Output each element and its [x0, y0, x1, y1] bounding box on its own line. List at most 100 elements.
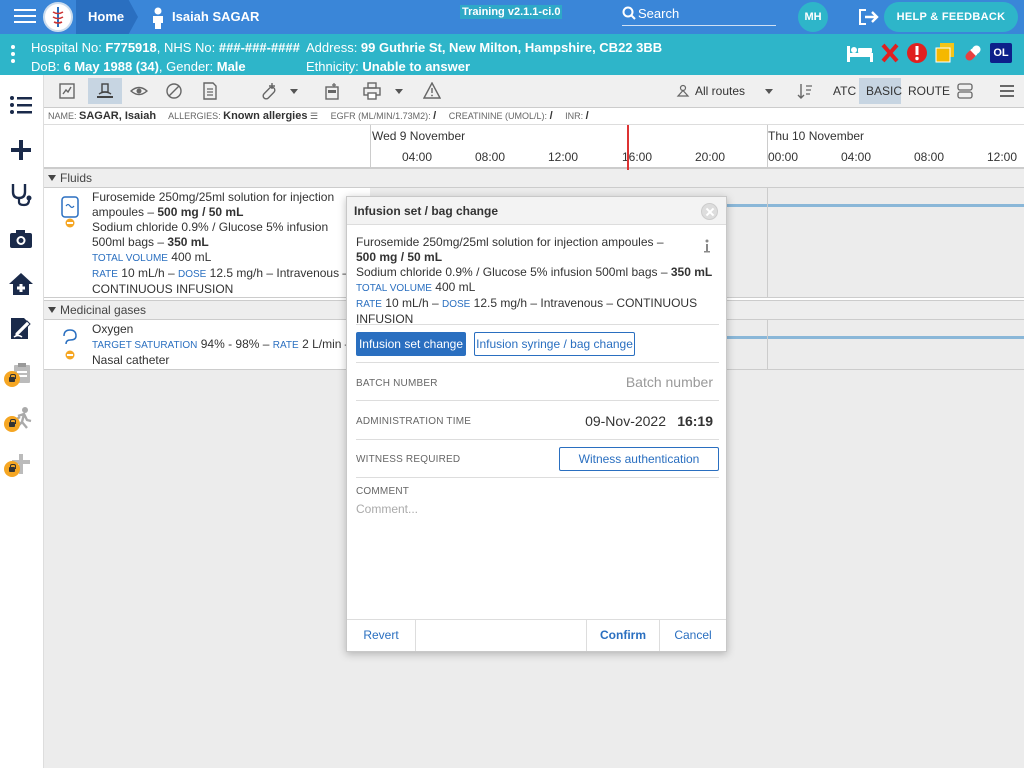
allergies-value[interactable]: Known allergies	[223, 110, 307, 122]
target-saturation-label: TARGET SATURATION	[92, 340, 198, 351]
egfr-value: /	[433, 110, 437, 122]
hospital-no: F775918	[105, 40, 157, 55]
sign-document-icon[interactable]	[8, 315, 34, 341]
dose-label: DOSE	[441, 299, 471, 310]
patient-banner: Hospital No: F775918, NHS No: ###-###-##…	[0, 34, 1024, 75]
home-medical-icon[interactable]	[8, 271, 34, 297]
calculator-icon[interactable]	[323, 82, 341, 100]
hamburger-menu-icon[interactable]	[14, 9, 36, 25]
warning-icon[interactable]	[423, 82, 441, 100]
locked-mobility-item[interactable]	[4, 406, 34, 432]
add-medication-icon[interactable]	[260, 82, 278, 100]
revert-button[interactable]: Revert	[347, 620, 415, 651]
inr-value: /	[585, 110, 589, 122]
drug-line: Furosemide 250mg/25ml solution for injec…	[92, 190, 335, 204]
drug-line: ampoules –	[92, 205, 158, 219]
confirm-button[interactable]: Confirm	[587, 620, 659, 651]
groups-icon[interactable]	[956, 82, 974, 100]
list-icon[interactable]	[8, 92, 34, 118]
rate-value: 2 L/min –	[302, 337, 352, 351]
current-time-marker	[627, 125, 629, 170]
address-label: Address:	[306, 40, 361, 55]
drug-name: Oxygen	[92, 322, 134, 336]
print-dropdown-icon[interactable]	[395, 89, 403, 94]
more-vertical-icon[interactable]	[11, 45, 15, 66]
search-input[interactable]: Search	[622, 6, 776, 26]
allergies-menu-icon[interactable]: ☰	[310, 111, 318, 121]
timeline-header: Wed 9 November Thu 10 November 04:00 08:…	[44, 125, 1024, 168]
breadcrumb-patient[interactable]: Isaiah SAGAR	[150, 0, 259, 34]
alert-icon[interactable]	[906, 42, 928, 64]
patient-identifiers: Hospital No: F775918, NHS No: ###-###-##…	[31, 38, 300, 76]
lock-icon	[4, 371, 20, 387]
dose-value: 12.5 mg/h – Intravenous –	[209, 266, 350, 280]
prescription-chart-icon[interactable]	[58, 82, 76, 100]
close-icon[interactable]	[701, 203, 718, 220]
administration-icon[interactable]	[96, 82, 114, 100]
routes-filter-dropdown[interactable]: All routes	[676, 84, 745, 98]
routes-dropdown-caret-icon[interactable]	[765, 89, 773, 94]
menu-icon[interactable]	[998, 82, 1016, 100]
section-fluids[interactable]: Fluids	[44, 168, 1024, 188]
help-feedback-button[interactable]: HELP & FEEDBACK	[884, 2, 1018, 32]
dialog-footer: Revert Confirm Cancel	[347, 619, 726, 651]
view-eye-icon[interactable]	[130, 82, 148, 100]
total-volume-label: TOTAL VOLUME	[356, 283, 432, 294]
stethoscope-icon[interactable]	[8, 181, 34, 207]
breadcrumb-home[interactable]: Home	[76, 0, 138, 34]
camera-icon[interactable]	[8, 226, 34, 252]
rate-label: RATE	[92, 269, 118, 280]
caduceus-icon	[52, 7, 64, 27]
route-view-button[interactable]: ROUTE	[908, 84, 950, 98]
hour-label: 12:00	[987, 150, 1018, 164]
infusion-bag-icon	[61, 196, 79, 228]
patient-alert-icons: OL	[846, 42, 1012, 64]
bed-icon[interactable]	[846, 42, 874, 64]
rate-label: RATE	[272, 340, 299, 351]
infusion-syringe-bag-change-button[interactable]: Infusion syringe / bag change	[474, 332, 635, 356]
address: 99 Guthrie St, New Milton, Hampshire, CB…	[360, 40, 663, 55]
cancel-button[interactable]: Cancel	[660, 620, 726, 651]
training-badge: Training v2.1.1-ci.0	[460, 5, 563, 19]
administration-date-input[interactable]: 09-Nov-2022	[585, 413, 666, 429]
dob: 6 May 1988 (34)	[63, 59, 159, 74]
drug-amount: 350 mL	[167, 235, 209, 249]
red-x-icon[interactable]	[880, 42, 900, 64]
locked-cross-item[interactable]	[4, 451, 34, 477]
pill-icon[interactable]	[962, 42, 984, 64]
lock-icon	[4, 461, 20, 477]
total-volume-label: TOTAL VOLUME	[92, 253, 168, 264]
top-bar: Home Isaiah SAGAR Training v2.1.1-ci.0 S…	[0, 0, 1024, 34]
user-avatar[interactable]: MH	[798, 2, 828, 32]
medication-description[interactable]: Oxygen TARGET SATURATION 94% - 98% – RAT…	[92, 322, 352, 368]
witness-authentication-button[interactable]: Witness authentication	[559, 447, 719, 471]
ol-badge[interactable]: OL	[990, 43, 1012, 63]
print-icon[interactable]	[363, 82, 381, 100]
add-icon[interactable]	[8, 137, 34, 163]
basic-view-button[interactable]: BASIC	[866, 84, 902, 98]
routes-label: All routes	[695, 84, 746, 98]
comment-textarea[interactable]: Comment...	[356, 502, 719, 612]
patient-name: Isaiah SAGAR	[172, 9, 260, 24]
sort-icon[interactable]	[796, 82, 814, 100]
nhs-no: ###-###-####	[218, 40, 300, 55]
hour-label: 12:00	[548, 150, 579, 164]
add-medication-dropdown-icon[interactable]	[290, 89, 298, 94]
oxygen-cannula-icon	[63, 329, 77, 360]
logout-icon[interactable]	[857, 8, 879, 26]
batch-number-input[interactable]: Batch number	[626, 374, 713, 390]
administration-time-input[interactable]: 16:19	[677, 413, 713, 429]
medication-description[interactable]: Furosemide 250mg/25ml solution for injec…	[92, 190, 352, 297]
locked-clipboard-item[interactable]	[4, 361, 34, 387]
app-logo[interactable]	[43, 2, 73, 32]
stop-pill-icon[interactable]	[165, 82, 183, 100]
comment-label: COMMENT	[356, 486, 410, 497]
documents-icon[interactable]	[934, 42, 956, 64]
atc-view-button[interactable]: ATC	[833, 84, 856, 98]
total-volume: 400 mL	[171, 250, 212, 264]
infusion-set-change-button[interactable]: Infusion set change	[356, 332, 466, 356]
creatinine-label: CREATININE (UMOL/L):	[448, 111, 548, 121]
document-icon[interactable]	[201, 82, 219, 100]
hospital-no-label: Hospital No:	[31, 40, 106, 55]
search-icon	[622, 6, 636, 20]
